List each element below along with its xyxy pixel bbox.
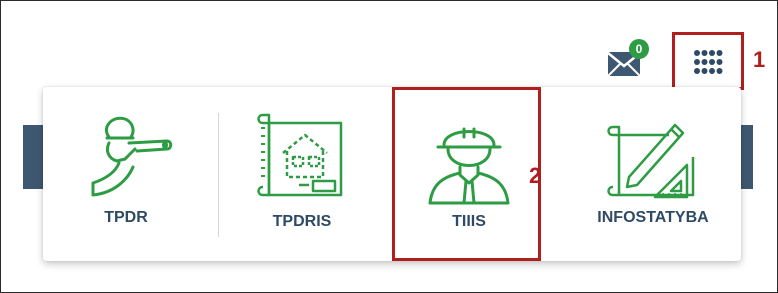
- background-banner-left: [23, 125, 45, 189]
- apps-grid-icon: [694, 50, 723, 74]
- surveyor-icon: [91, 116, 173, 197]
- app-item-tpdris[interactable]: TPDRIS: [239, 107, 365, 247]
- mail-badge: 0: [629, 39, 649, 59]
- step-2-label: 2: [529, 163, 542, 188]
- app-label-tpdr: TPDR: [104, 209, 148, 226]
- highlight-box-tiiis: [392, 87, 541, 261]
- app-item-tpdr[interactable]: TPDR: [63, 107, 189, 247]
- menu-divider: [218, 113, 219, 237]
- blueprint-icon: [257, 113, 343, 197]
- app-label-infostatyba: INFOSTATYBA: [597, 209, 709, 226]
- app-label-tpdris: TPDRIS: [272, 213, 332, 230]
- page-frame: 0 1 TPDR TPDRIS TIIIS INFOSTATYBA 2: [0, 0, 778, 293]
- drafting-icon: [607, 123, 695, 199]
- mail-button[interactable]: 0: [607, 39, 653, 77]
- apps-menu-button[interactable]: [672, 32, 744, 90]
- step-1-label: 1: [753, 47, 766, 72]
- app-item-infostatyba[interactable]: INFOSTATYBA: [571, 107, 735, 247]
